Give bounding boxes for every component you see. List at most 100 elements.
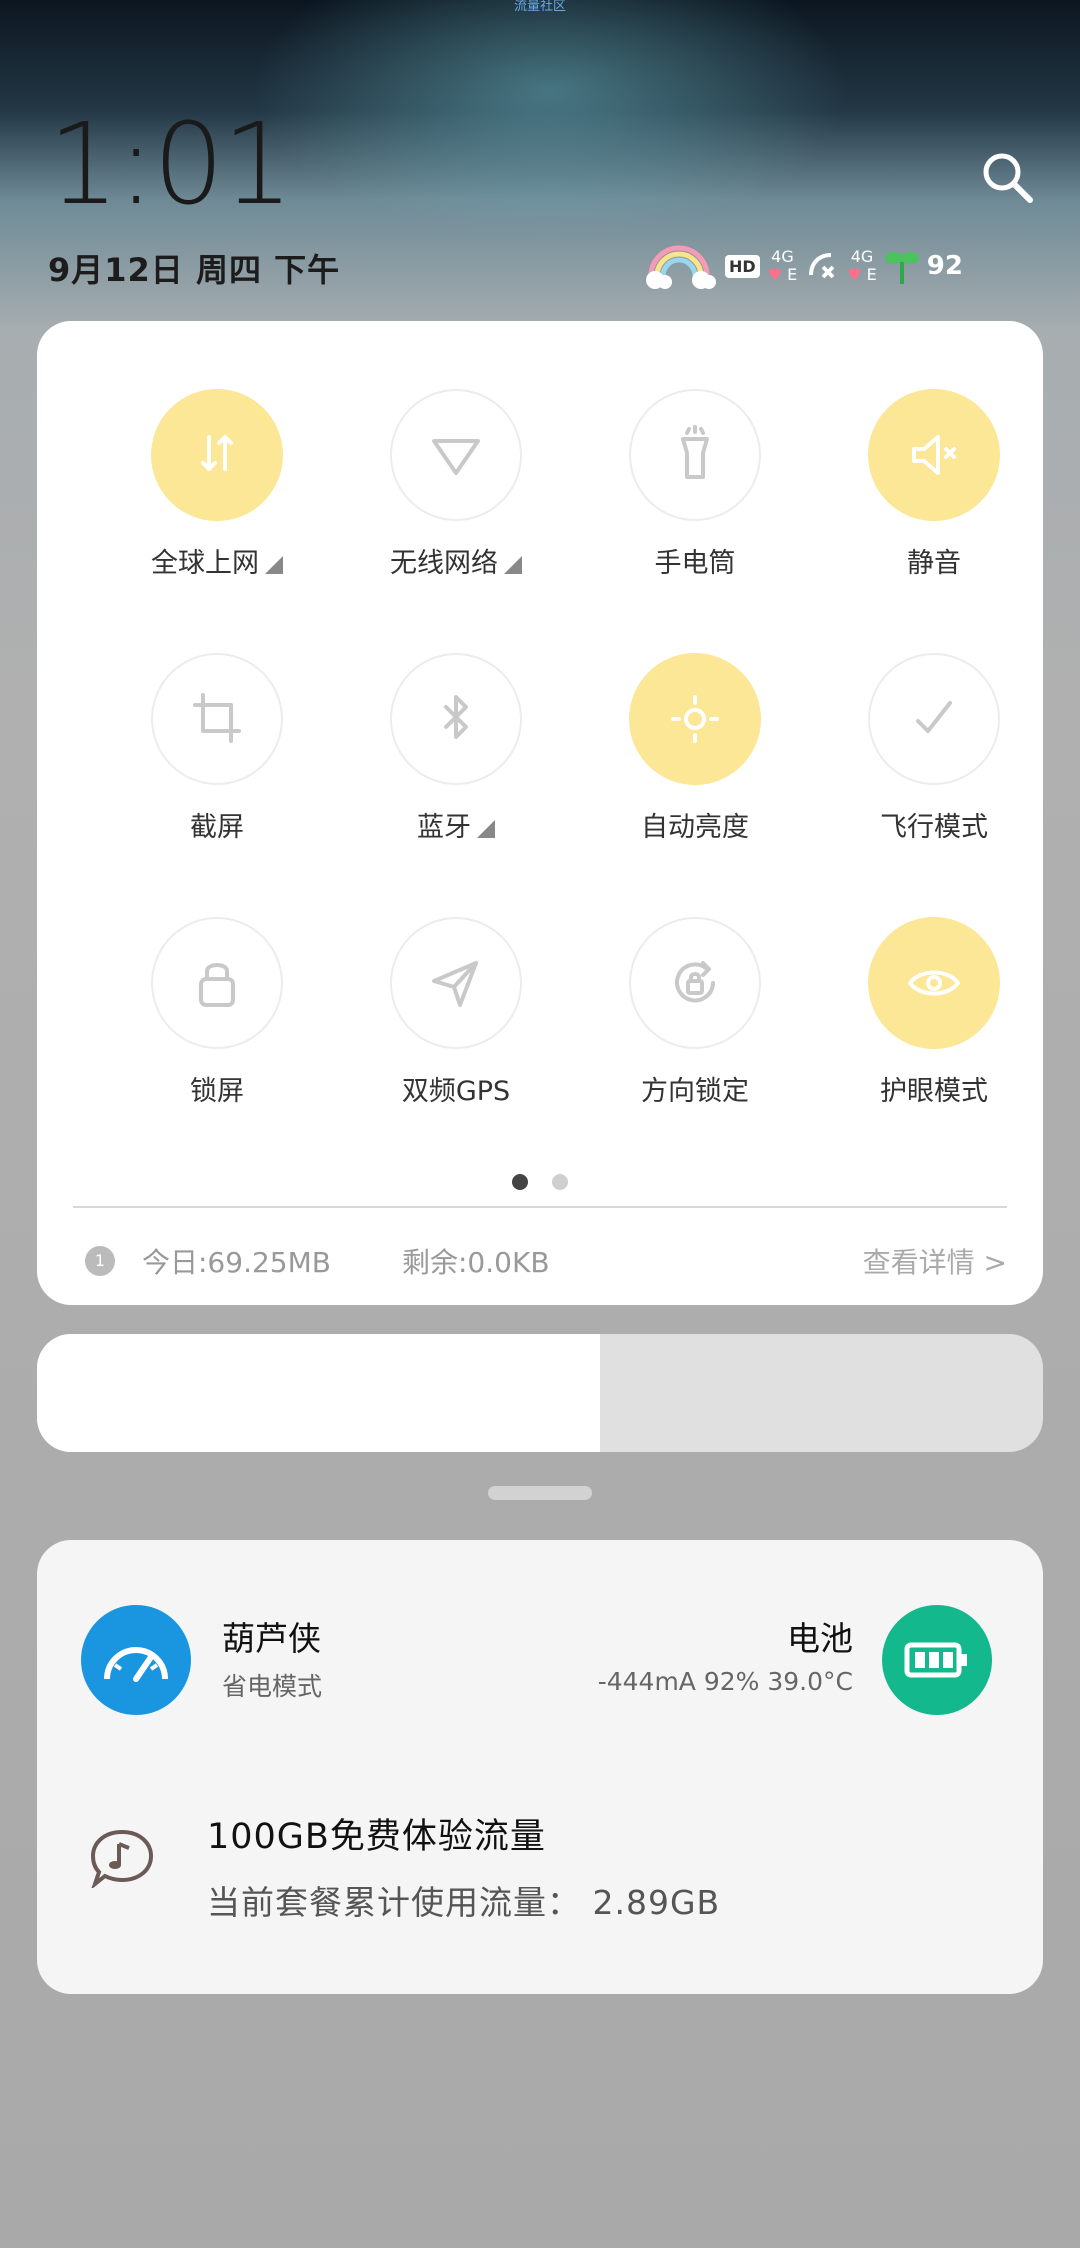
toggle-label: 自动亮度 xyxy=(575,805,815,844)
clock-time[interactable]: 1:01 xyxy=(48,105,294,225)
toggle-button[interactable] xyxy=(629,389,761,521)
huluxia-app-icon[interactable] xyxy=(81,1605,191,1715)
page-dot-1 xyxy=(512,1174,528,1190)
app2-subtitle: -444mA 92% 39.0°C xyxy=(597,1667,853,1696)
sprout-battery-icon xyxy=(884,252,919,284)
expand-indicator-icon[interactable] xyxy=(265,556,283,574)
battery-level: 92 xyxy=(926,251,963,281)
toggle-label-text: 手电筒 xyxy=(654,548,736,579)
toggle-label-text: 全球上网 xyxy=(151,548,259,579)
toggle-label: 截屏 xyxy=(97,805,337,844)
toggle-bluetooth[interactable]: 蓝牙 xyxy=(336,653,576,873)
toggle-button[interactable] xyxy=(151,389,283,521)
brightness-icon xyxy=(671,695,719,743)
sim1-network: 4G xyxy=(771,247,794,266)
toggle-button[interactable] xyxy=(390,653,522,785)
toggle-button[interactable] xyxy=(629,653,761,785)
gps-icon xyxy=(432,961,478,1007)
expand-indicator-icon[interactable] xyxy=(504,556,522,574)
sim-badge: 1 xyxy=(85,1246,115,1276)
clock-date[interactable]: 9月12日 周四 下午 xyxy=(48,245,340,291)
toggle-label: 锁屏 xyxy=(97,1069,337,1108)
quick-settings-panel: 全球上网 无线网络 手电筒 静音截屏 蓝牙 自动亮度 飞行模式锁屏 双频GPS 方向锁定 护眼模式… xyxy=(37,321,1043,1305)
toggle-label-text: 截屏 xyxy=(190,812,244,843)
toggle-gps[interactable]: 双频GPS xyxy=(336,917,576,1137)
toggle-label-text: 蓝牙 xyxy=(417,812,471,843)
sim2-network: 4G xyxy=(850,247,874,266)
battery-icon xyxy=(904,1642,967,1678)
toggle-mute[interactable]: 静音 xyxy=(814,389,1043,609)
toggle-label-text: 锁屏 xyxy=(190,1076,244,1107)
hd-badge: HD xyxy=(725,254,760,278)
toggle-brightness[interactable]: 自动亮度 xyxy=(575,653,815,873)
toggle-label: 静音 xyxy=(814,541,1043,580)
music-bubble-icon xyxy=(90,1829,154,1888)
sim2-signal: 4G ♥ E xyxy=(847,247,877,284)
toggle-eye[interactable]: 护眼模式 xyxy=(814,917,1043,1137)
toggle-label-text: 飞行模式 xyxy=(880,812,988,843)
toggle-label: 双频GPS xyxy=(336,1069,576,1108)
rotation-lock-icon xyxy=(675,961,715,1003)
toggle-button[interactable] xyxy=(868,653,1000,785)
toggle-label-text: 方向锁定 xyxy=(641,1076,749,1107)
divider xyxy=(73,1206,1007,1208)
toggle-label: 护眼模式 xyxy=(814,1069,1043,1108)
toggle-data-arrows[interactable]: 全球上网 xyxy=(97,389,337,609)
toggle-button[interactable] xyxy=(629,917,761,1049)
eye-icon xyxy=(908,970,960,996)
search-icon xyxy=(983,153,1033,203)
toggle-rotation-lock[interactable]: 方向锁定 xyxy=(575,917,815,1137)
mute-icon xyxy=(912,435,956,475)
toggle-label: 飞行模式 xyxy=(814,805,1043,844)
toggle-label-text: 静音 xyxy=(907,548,961,579)
lock-icon xyxy=(199,963,235,1007)
toggle-button[interactable] xyxy=(151,653,283,785)
battery-app-icon[interactable] xyxy=(882,1605,992,1715)
toggle-label: 蓝牙 xyxy=(336,805,576,844)
toggle-label-text: 护眼模式 xyxy=(880,1076,988,1107)
toggle-label: 无线网络 xyxy=(336,541,576,580)
flashlight-icon xyxy=(681,425,709,479)
brightness-slider-fill xyxy=(37,1334,601,1452)
page-dot-2 xyxy=(552,1174,568,1190)
toggle-airplane[interactable]: 飞行模式 xyxy=(814,653,1043,873)
speedometer-icon xyxy=(104,1647,168,1682)
crop-icon xyxy=(193,693,241,743)
app1-subtitle: 省电模式 xyxy=(222,1672,323,1701)
usage-remaining: 剩余:0.0KB xyxy=(402,1246,550,1279)
toggle-button[interactable] xyxy=(868,389,1000,521)
usage-today: 今日:69.25MB xyxy=(142,1246,331,1279)
toggle-flashlight[interactable]: 手电筒 xyxy=(575,389,815,609)
search-button[interactable] xyxy=(980,150,1036,206)
sim2-type: E xyxy=(866,265,877,284)
toggle-lock[interactable]: 锁屏 xyxy=(97,917,337,1137)
brightness-slider[interactable] xyxy=(37,1334,1043,1452)
toggle-button[interactable] xyxy=(390,917,522,1049)
toggle-button[interactable] xyxy=(151,917,283,1049)
notification-card: 葫芦侠 省电模式 电池 -444mA 92% 39.0°C 100GB免费体验流… xyxy=(37,1540,1043,1994)
data-usage-row[interactable]: 1 今日:69.25MB 剩余:0.0KB 查看详情 > xyxy=(37,1226,1043,1296)
app2-title: 电池 xyxy=(787,1619,853,1658)
drag-handle[interactable] xyxy=(488,1486,592,1500)
rainbow-sticker-icon xyxy=(646,245,716,289)
toggle-wifi[interactable]: 无线网络 xyxy=(336,389,576,609)
promo-detail: 当前套餐累计使用流量： 2.89GB xyxy=(207,1883,721,1922)
toggle-label-text: 双频GPS xyxy=(401,1076,511,1107)
call-forward-icon xyxy=(809,253,835,279)
toggle-label-text: 无线网络 xyxy=(390,548,498,579)
toggle-label: 方向锁定 xyxy=(575,1069,815,1108)
expand-indicator-icon[interactable] xyxy=(477,820,495,838)
promo-title[interactable]: 100GB免费体验流量 xyxy=(207,1808,546,1859)
sim1-type: E xyxy=(787,265,798,284)
data-arrows-icon xyxy=(201,435,233,471)
toggle-label: 全球上网 xyxy=(97,541,337,580)
bluetooth-icon xyxy=(444,695,468,739)
top-note: 流量社区 xyxy=(513,0,566,14)
sim1-signal: 4G ♥ E xyxy=(767,247,798,284)
toggle-button[interactable] xyxy=(390,389,522,521)
toggle-crop[interactable]: 截屏 xyxy=(97,653,337,873)
toggle-label-text: 自动亮度 xyxy=(641,812,749,843)
view-details-link[interactable]: 查看详情 > xyxy=(863,1241,1007,1281)
toggle-button[interactable] xyxy=(868,917,1000,1049)
page-indicator xyxy=(512,1174,592,1194)
